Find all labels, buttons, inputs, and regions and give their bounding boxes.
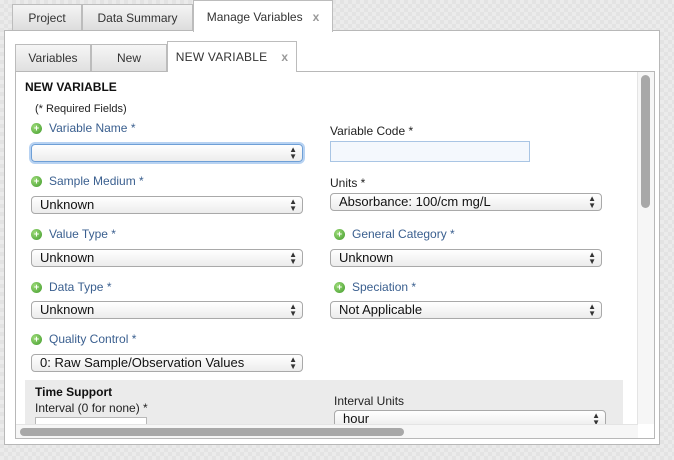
select-value: Unknown bbox=[40, 197, 95, 212]
updown-arrows-icon: ▲ ▼ bbox=[289, 302, 297, 318]
tab-label: NEW VARIABLE bbox=[175, 50, 268, 64]
plus-circle-icon[interactable]: + bbox=[31, 281, 42, 293]
quality-control-select[interactable]: 0: Raw Sample/Observation Values ▲ ▼ bbox=[31, 354, 303, 372]
tab-label: Manage Variables bbox=[206, 9, 303, 24]
updown-arrows-icon: ▲ ▼ bbox=[289, 145, 297, 161]
close-icon[interactable]: x bbox=[313, 10, 320, 24]
variable-code-label: Variable Code * bbox=[330, 124, 413, 138]
updown-arrows-icon: ▲ ▼ bbox=[588, 250, 596, 266]
select-value: 0: Raw Sample/Observation Values bbox=[40, 355, 245, 370]
label-text: Value Type * bbox=[49, 227, 116, 241]
variable-name-label[interactable]: + Variable Name * bbox=[31, 121, 135, 135]
quality-control-label[interactable]: + Quality Control * bbox=[31, 332, 136, 346]
label-text: Speciation * bbox=[352, 280, 417, 294]
horizontal-scrollbar[interactable] bbox=[16, 424, 638, 438]
tab-variables[interactable]: Variables bbox=[15, 44, 91, 71]
tab-label: New bbox=[116, 51, 141, 65]
manage-variables-panel: Variables New NEW VARIABLE x NEW VARIABL… bbox=[4, 30, 660, 445]
tab-label: Variables bbox=[28, 51, 78, 65]
updown-arrows-icon: ▲ ▼ bbox=[588, 302, 596, 318]
interval-units-label: Interval Units bbox=[334, 394, 404, 408]
required-fields-note: (* Required Fields) bbox=[35, 103, 127, 115]
label-text: General Category * bbox=[352, 227, 455, 241]
select-value: Unknown bbox=[40, 250, 95, 265]
general-category-label[interactable]: + General Category * bbox=[334, 227, 455, 241]
variable-name-select[interactable]: ▲ ▼ bbox=[31, 144, 303, 162]
updown-arrows-icon: ▲ ▼ bbox=[289, 250, 297, 266]
select-value: Unknown bbox=[40, 302, 95, 317]
interval-label: Interval (0 for none) * bbox=[35, 401, 148, 415]
horizontal-scroll-thumb[interactable] bbox=[20, 428, 404, 436]
sample-medium-label[interactable]: + Sample Medium * bbox=[31, 174, 144, 188]
close-icon[interactable]: x bbox=[281, 50, 288, 64]
select-value: Unknown bbox=[339, 250, 394, 265]
label-text: Interval (0 for none) * bbox=[35, 401, 148, 415]
speciation-label[interactable]: + Speciation * bbox=[334, 280, 416, 294]
tab-manage-variables[interactable]: Manage Variables x bbox=[193, 0, 333, 32]
updown-arrows-icon: ▲ ▼ bbox=[289, 197, 297, 213]
tab-label: Project bbox=[28, 11, 66, 25]
label-text: Sample Medium * bbox=[49, 174, 144, 188]
updown-arrows-icon: ▲ ▼ bbox=[588, 194, 596, 210]
units-select[interactable]: Absorbance: 100/cm mg/L ▲ ▼ bbox=[330, 193, 602, 211]
top-tab-bar: Project Data Summary Manage Variables x bbox=[0, 0, 674, 32]
tab-new-variable[interactable]: NEW VARIABLE x bbox=[167, 41, 297, 72]
updown-arrows-icon: ▲ ▼ bbox=[289, 355, 297, 371]
label-text: Quality Control * bbox=[49, 332, 137, 346]
sample-medium-select[interactable]: Unknown ▲ ▼ bbox=[31, 196, 303, 214]
units-label: Units * bbox=[330, 176, 365, 190]
value-type-select[interactable]: Unknown ▲ ▼ bbox=[31, 249, 303, 267]
variable-code-input[interactable] bbox=[330, 141, 530, 162]
label-text: Data Type * bbox=[49, 280, 112, 294]
label-text: Units * bbox=[330, 176, 366, 190]
plus-circle-icon[interactable]: + bbox=[31, 122, 42, 134]
label-text: Variable Name * bbox=[49, 121, 136, 135]
plus-circle-icon[interactable]: + bbox=[31, 175, 42, 187]
plus-circle-icon[interactable]: + bbox=[31, 333, 42, 345]
data-type-select[interactable]: Unknown ▲ ▼ bbox=[31, 301, 303, 319]
time-support-title: Time Support bbox=[35, 385, 113, 399]
value-type-label[interactable]: + Value Type * bbox=[31, 227, 116, 241]
vertical-scrollbar[interactable] bbox=[637, 72, 654, 424]
tab-data-summary[interactable]: Data Summary bbox=[82, 4, 193, 31]
data-type-label[interactable]: + Data Type * bbox=[31, 280, 111, 294]
plus-circle-icon[interactable]: + bbox=[334, 228, 345, 240]
tab-label: Data Summary bbox=[97, 11, 178, 25]
label-text: Variable Code * bbox=[330, 124, 414, 138]
label-text: Interval Units bbox=[334, 394, 405, 408]
general-category-select[interactable]: Unknown ▲ ▼ bbox=[330, 249, 602, 267]
new-variable-form: NEW VARIABLE (* Required Fields) + Varia… bbox=[15, 71, 655, 439]
select-value: Not Applicable bbox=[339, 302, 423, 317]
tab-new[interactable]: New bbox=[91, 44, 167, 71]
select-value: Absorbance: 100/cm mg/L bbox=[339, 194, 491, 209]
form-title: NEW VARIABLE bbox=[25, 80, 117, 94]
plus-circle-icon[interactable]: + bbox=[334, 281, 345, 293]
tab-project[interactable]: Project bbox=[12, 4, 82, 31]
plus-circle-icon[interactable]: + bbox=[31, 228, 42, 240]
speciation-select[interactable]: Not Applicable ▲ ▼ bbox=[330, 301, 602, 319]
vertical-scroll-thumb[interactable] bbox=[641, 75, 650, 208]
